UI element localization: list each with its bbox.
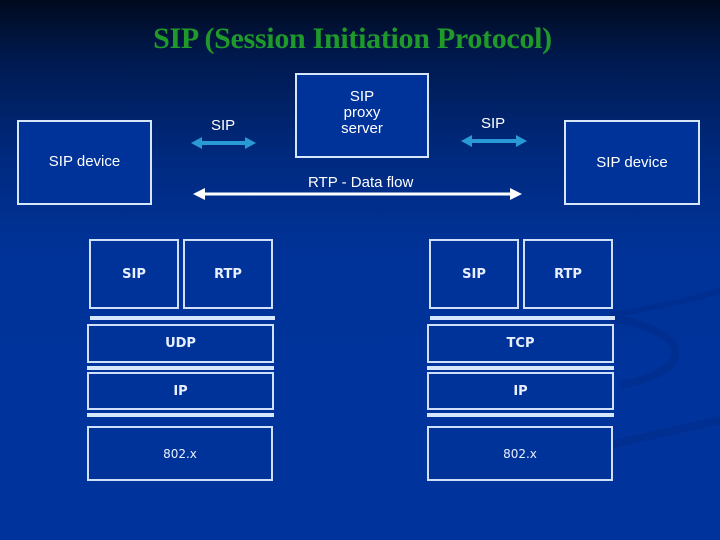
left-separator-3 [87,413,274,417]
right-separator-1 [430,316,615,320]
left-separator-2 [87,366,274,370]
right-rtp-layer: RTP [523,239,613,309]
right-802x-layer: 802.x [427,426,613,481]
left-udp-layer: UDP [87,324,274,363]
right-separator-2 [427,366,614,370]
right-sip-layer: SIP [429,239,519,309]
right-tcp-layer: TCP [427,324,614,363]
left-sip-layer: SIP [89,239,179,309]
left-802x-layer: 802.x [87,426,273,481]
left-sip-arrow [191,137,256,149]
rtp-data-flow-arrow [193,188,522,200]
left-separator-1 [90,316,275,320]
left-rtp-layer: RTP [183,239,273,309]
right-sip-arrow [461,135,527,147]
right-ip-layer: IP [427,372,614,410]
right-separator-3 [427,413,614,417]
left-ip-layer: IP [87,372,274,410]
